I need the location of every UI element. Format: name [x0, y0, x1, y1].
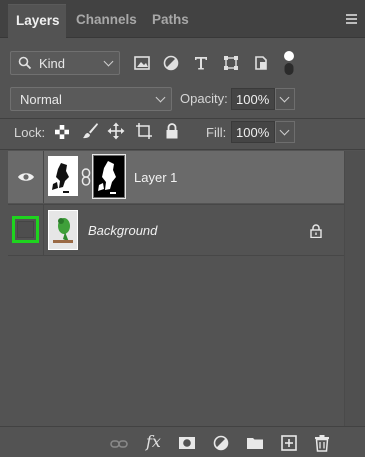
- lock-transparent-pixels-icon[interactable]: [54, 124, 70, 140]
- filter-kind-label: Kind: [39, 56, 66, 71]
- smart-object-filter-icon[interactable]: [251, 53, 271, 73]
- chevron-down-icon: [279, 92, 290, 103]
- blend-mode-value: Normal: [20, 92, 62, 107]
- layer-row-layer-1[interactable]: Layer 1: [8, 151, 344, 203]
- layers-bottom-toolbar: fx: [0, 426, 365, 457]
- layer-thumbnail: [48, 210, 78, 250]
- fx-icon[interactable]: fx: [146, 432, 161, 451]
- lock-position-icon[interactable]: [107, 122, 125, 140]
- adjustment-layer-icon[interactable]: [212, 434, 230, 452]
- type-filter-icon[interactable]: [191, 53, 211, 73]
- blend-mode-dropdown[interactable]: Normal: [10, 87, 172, 111]
- lock-image-pixels-icon[interactable]: [81, 122, 99, 140]
- image-filter-icon[interactable]: [132, 53, 152, 73]
- opacity-input[interactable]: 100%: [231, 88, 275, 110]
- lock-icon[interactable]: [310, 224, 322, 238]
- layers-panel: Layers Channels Paths Kind Normal Opacit…: [0, 0, 365, 457]
- separator: [0, 149, 365, 150]
- fill-input[interactable]: 100%: [231, 121, 275, 143]
- new-layer-icon[interactable]: [280, 434, 298, 452]
- opacity-slider-button[interactable]: [275, 88, 295, 110]
- fill-label: Fill:: [206, 125, 227, 140]
- shape-filter-icon[interactable]: [221, 53, 241, 73]
- panel-tab-bar: Layers Channels Paths: [0, 0, 365, 38]
- separator: [0, 118, 365, 119]
- parrot-image-icon: [49, 211, 77, 249]
- visibility-toggle[interactable]: [8, 205, 44, 255]
- chevron-down-icon: [103, 56, 114, 67]
- tab-paths[interactable]: Paths: [144, 4, 197, 38]
- panel-menu-icon[interactable]: [346, 14, 357, 24]
- chain-link-icon[interactable]: [81, 168, 91, 186]
- filter-toggle-icon[interactable]: [282, 50, 296, 76]
- fill-slider-button[interactable]: [275, 121, 295, 143]
- opacity-label: Opacity:: [180, 91, 228, 106]
- new-group-icon[interactable]: [246, 434, 264, 452]
- layer-name[interactable]: Layer 1: [134, 170, 177, 185]
- lock-all-icon[interactable]: [164, 122, 180, 140]
- tab-layers[interactable]: Layers: [8, 4, 66, 38]
- filter-kind-dropdown[interactable]: Kind: [10, 51, 120, 75]
- search-icon: [18, 56, 32, 70]
- lock-label: Lock:: [14, 125, 46, 140]
- layer-name[interactable]: Background: [88, 223, 157, 238]
- link-layers-icon[interactable]: [110, 435, 128, 453]
- visibility-toggle[interactable]: [8, 151, 44, 203]
- layers-list: Layer 1 Background: [0, 151, 365, 426]
- layer-mask-thumbnail[interactable]: [92, 154, 126, 199]
- lock-artboard-icon[interactable]: [135, 122, 153, 140]
- visibility-empty-box: [17, 221, 34, 238]
- layer-image-icon: [49, 157, 77, 195]
- add-mask-icon[interactable]: [178, 434, 196, 452]
- tab-channels[interactable]: Channels: [68, 4, 145, 38]
- eye-icon: [18, 173, 34, 181]
- chevron-down-icon: [279, 125, 290, 136]
- layers-scrollbar[interactable]: [344, 151, 365, 426]
- chevron-down-icon: [155, 92, 166, 103]
- delete-layer-icon[interactable]: [313, 434, 331, 452]
- adjustment-filter-icon[interactable]: [161, 53, 181, 73]
- layer-thumbnail: [48, 156, 78, 196]
- mask-image-icon: [94, 156, 124, 197]
- layer-row-background[interactable]: Background: [8, 204, 344, 256]
